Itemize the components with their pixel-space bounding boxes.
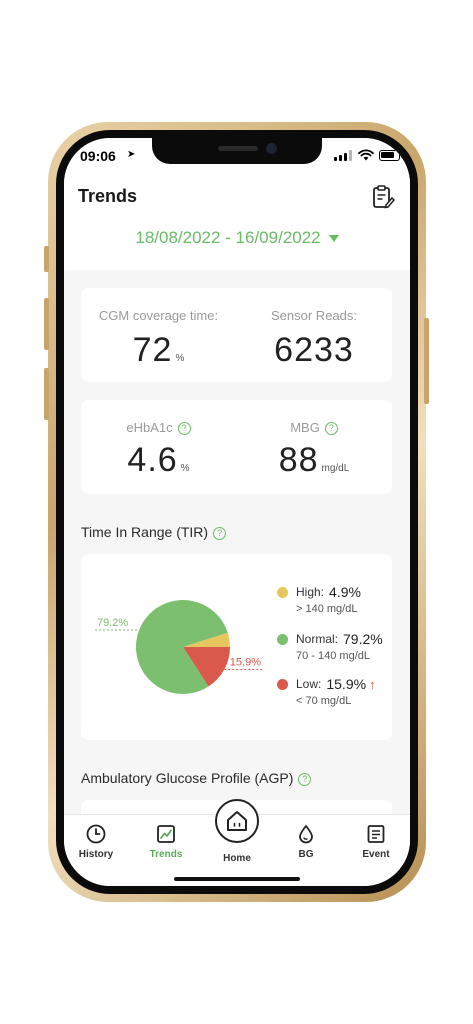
cgm-coverage-value: 72 [132, 331, 173, 369]
legend-dot-low [277, 678, 288, 690]
cgm-coverage-label: CGM coverage time: [98, 308, 219, 323]
date-range-selector[interactable]: 18/08/2022 - 16/09/2022 [64, 228, 410, 248]
agp-section-title: Ambulatory Glucose Profile (AGP)? [81, 770, 312, 786]
bottom-tab-bar: History Trends Home BG Event [64, 799, 410, 886]
location-arrow-icon: ➤ [127, 149, 136, 160]
power-button [424, 318, 429, 404]
legend-item-high: High: 4.9% > 140 mg/dL [277, 584, 383, 615]
status-time: 09:06 [80, 148, 116, 164]
ehba1c-unit: % [180, 463, 190, 474]
cgm-coverage-unit: % [175, 353, 185, 364]
legend-item-low: Low: 15.9% ↑ < 70 mg/dL [277, 676, 383, 707]
battery-icon [379, 150, 403, 161]
sensor-reads-label: Sensor Reads: [271, 308, 357, 323]
page-header: Trends 18/08/2022 - 16/09/2022 [64, 174, 410, 270]
mbg-value: 88 [278, 441, 319, 479]
tir-card: 79.2% 15.9% High: 4.9% > 140 mg/dL Normal… [81, 554, 392, 740]
tir-legend: High: 4.9% > 140 mg/dL Normal: 79.2% 70 … [277, 584, 383, 707]
mbg-unit: mg/dL [321, 463, 350, 474]
date-range-text: 18/08/2022 - 16/09/2022 [135, 228, 321, 247]
ehba1c-help-icon[interactable]: ? [177, 422, 191, 435]
mute-switch [44, 246, 49, 272]
report-icon[interactable] [370, 184, 396, 210]
legend-item-normal: Normal: 79.2% 70 - 140 mg/dL [277, 631, 383, 662]
home-button[interactable] [215, 799, 259, 843]
history-clock-icon [86, 824, 106, 844]
trends-chart-icon [157, 825, 175, 843]
coverage-card: CGM coverage time: 72% Sensor Reads: 623… [81, 288, 392, 382]
tab-home[interactable]: Home [207, 849, 267, 864]
tab-trends[interactable]: Trends [136, 823, 196, 860]
blood-drop-icon [299, 824, 313, 844]
tir-title-text: Time In Range (TIR) [81, 524, 209, 540]
tab-bg[interactable]: BG [276, 823, 336, 860]
event-list-icon [367, 825, 385, 843]
mbg-label: MBG [290, 420, 320, 435]
volume-up-button [44, 298, 49, 350]
tir-pie-chart: 79.2% 15.9% [95, 599, 263, 694]
agp-help-icon[interactable]: ? [298, 773, 312, 786]
tir-help-icon[interactable]: ? [213, 527, 227, 540]
ehba1c-value: 4.6 [127, 441, 178, 479]
agp-title-text: Ambulatory Glucose Profile (AGP) [81, 770, 294, 786]
pie-label-normal: 79.2% [97, 617, 128, 629]
cellular-signal-icon [334, 150, 352, 161]
pie-label-low: 15.9% [230, 657, 261, 669]
tir-section-title: Time In Range (TIR)? [81, 524, 227, 540]
ehba1c-label: eHbA1c [126, 420, 173, 435]
dropdown-caret-icon [328, 235, 339, 243]
legend-dot-high [277, 586, 288, 598]
wifi-icon [358, 149, 374, 161]
glucose-card: eHbA1c? 4.6% MBG? 88 mg/dL [81, 400, 392, 494]
page-title: Trends [78, 186, 138, 206]
tab-event[interactable]: Event [346, 823, 406, 860]
tab-history[interactable]: History [66, 823, 126, 860]
trend-up-arrow-icon: ↑ [369, 676, 376, 692]
screen: 09:06 ➤ Trends 18/08/2022 - 16/09/2022 C… [64, 138, 410, 886]
legend-dot-normal [277, 633, 288, 645]
home-indicator [174, 877, 300, 881]
mbg-help-icon[interactable]: ? [324, 422, 338, 435]
notch [152, 138, 322, 164]
home-icon [227, 811, 247, 831]
sensor-reads-value: 6233 [274, 331, 354, 369]
volume-down-button [44, 368, 49, 420]
